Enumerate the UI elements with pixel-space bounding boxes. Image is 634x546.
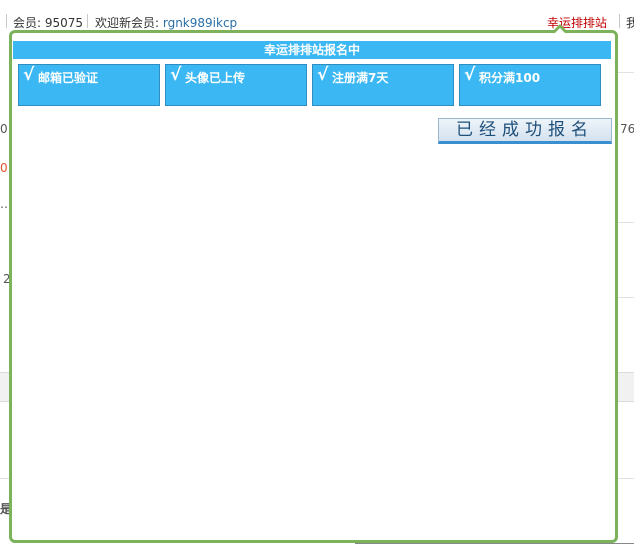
condition-label: 邮箱已验证 [38, 71, 99, 85]
bg-divider [355, 543, 634, 544]
condition-registered-7-days: √ 注册满7天 [312, 64, 454, 106]
condition-label: 注册满7天 [332, 71, 389, 85]
bg-row-text: 0 [0, 161, 8, 175]
divider [619, 14, 620, 28]
condition-points-100: √ 积分满100 [459, 64, 601, 106]
member-count: 会员: 95075 [13, 16, 84, 30]
divider [6, 14, 7, 28]
condition-avatar-uploaded: √ 头像已上传 [165, 64, 307, 106]
new-member-link[interactable]: rgnk989ikcp [163, 16, 237, 30]
my-link[interactable]: 我 [626, 14, 634, 31]
welcome-text: 欢迎新会员: rgnk989ikcp [95, 14, 237, 31]
bg-row-text: 0 [0, 122, 8, 136]
bg-row-text: 76 [620, 122, 634, 136]
check-icon: √ [317, 65, 329, 85]
top-bar: 会员: 95075 欢迎新会员: rgnk989ikcp 幸运排排站 我 [0, 0, 634, 30]
condition-email-verified: √ 邮箱已验证 [18, 64, 160, 106]
check-icon: √ [464, 65, 476, 85]
check-icon: √ [170, 65, 182, 85]
popup-title: 幸运排排站报名中 [13, 41, 611, 59]
signed-up-status-button[interactable]: 已经成功报名 [438, 118, 612, 144]
condition-label: 积分满100 [479, 71, 541, 85]
lucky-queue-popup: 幸运排排站报名中 √ 邮箱已验证 √ 头像已上传 √ 注册满7天 √ 积分满10… [9, 30, 618, 543]
condition-label: 头像已上传 [185, 71, 246, 85]
popup-pointer-inner [555, 28, 565, 33]
divider [87, 14, 88, 28]
check-icon: √ [23, 65, 35, 85]
welcome-label: 欢迎新会员: [95, 16, 163, 30]
